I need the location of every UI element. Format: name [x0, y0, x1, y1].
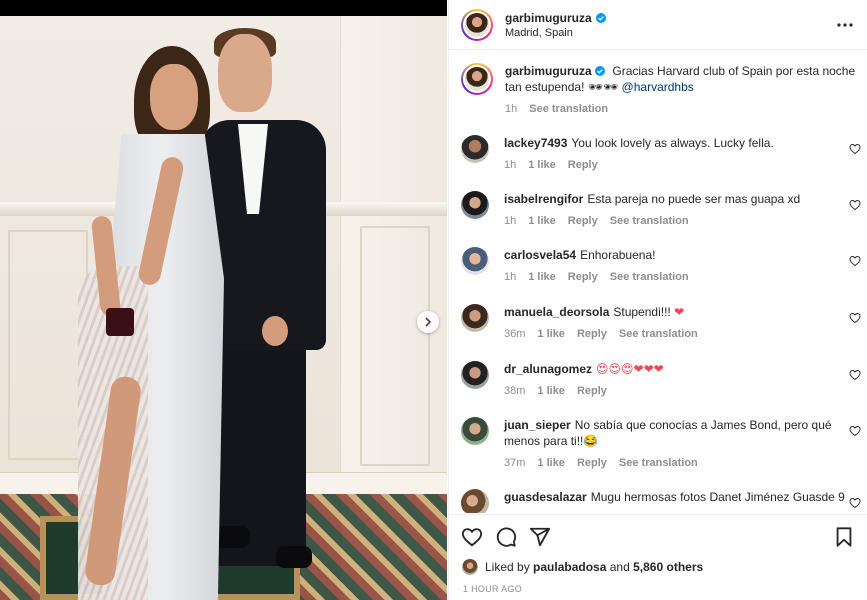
avatar[interactable] — [461, 361, 489, 389]
liker-username-link[interactable]: paulabadosa — [533, 560, 606, 574]
comment-time: 37m — [504, 457, 526, 469]
heart-icon[interactable] — [849, 312, 861, 324]
heart-icon[interactable] — [849, 497, 861, 509]
comment-time: 1h — [504, 159, 517, 171]
bookmark-icon[interactable] — [833, 526, 855, 548]
heart-icon[interactable] — [849, 369, 861, 381]
avatar[interactable] — [461, 304, 489, 332]
avatar[interactable] — [461, 135, 489, 163]
red-heart-emoji: ❤ — [674, 305, 685, 319]
more-options-icon — [837, 22, 853, 27]
comment-likes[interactable]: 1 like — [528, 269, 556, 285]
comments-list: garbimuguruza Gracias Harvard club of Sp… — [449, 51, 867, 513]
comment-item: guasdesalazar Mugu hermosas fotos Danet J… — [461, 489, 861, 513]
avatar[interactable] — [461, 417, 489, 445]
mention-link[interactable]: @harvardhbs — [622, 80, 694, 94]
avatar[interactable] — [461, 8, 493, 41]
reply-button[interactable]: Reply — [577, 455, 607, 471]
avatar[interactable] — [461, 191, 489, 219]
comment-likes[interactable]: 1 like — [537, 455, 565, 471]
comment-icon[interactable] — [495, 526, 517, 548]
comment-text: Esta pareja no puede ser mas guapa xd — [587, 192, 801, 206]
next-photo-button[interactable] — [417, 311, 439, 333]
avatar[interactable] — [461, 247, 489, 275]
comment-time: 1h — [504, 271, 517, 283]
comment-author[interactable]: isabelrengifor — [504, 192, 583, 206]
avatar[interactable] — [461, 63, 493, 95]
laughing-emoji: 😂 — [583, 434, 599, 448]
verified-badge-icon — [595, 12, 606, 23]
comment-likes[interactable]: 1 like — [528, 213, 556, 229]
comment-author[interactable]: lackey7493 — [504, 136, 567, 150]
reply-button[interactable]: Reply — [568, 157, 598, 173]
clutch-bag — [106, 308, 134, 336]
comment-text: Enhorabuena! — [580, 248, 656, 262]
comment-likes[interactable]: 1 like — [537, 383, 565, 399]
comment-author[interactable]: juan_sieper — [504, 418, 571, 432]
caption-time: 1h — [505, 103, 518, 115]
comment-time: 36m — [504, 328, 526, 340]
avatar[interactable] — [461, 489, 489, 513]
comment-item: manuela_deorsola Stupendi!!! ❤ 36m 1 like… — [461, 304, 861, 342]
chevron-right-icon — [425, 317, 432, 327]
reply-button[interactable]: Reply — [568, 269, 598, 285]
heart-icon[interactable] — [849, 143, 861, 155]
post-details-panel: garbimuguruza Madrid, Spain garbimuguruz… — [448, 0, 867, 600]
see-translation-link[interactable]: See translation — [610, 213, 689, 229]
share-icon[interactable] — [529, 526, 551, 548]
avatar[interactable] — [461, 558, 479, 576]
reply-button[interactable]: Reply — [577, 383, 607, 399]
author-username-link[interactable]: garbimuguruza — [505, 11, 606, 25]
reply-button[interactable]: Reply — [568, 213, 598, 229]
comment-item: dr_alunagomez 😍😍😍❤❤❤ 38m 1 like Reply — [461, 361, 861, 399]
post-media — [0, 0, 447, 600]
see-translation-link[interactable]: See translation — [610, 269, 689, 285]
comment-likes[interactable]: 1 like — [528, 157, 556, 173]
likes-count-button[interactable]: 5,860 others — [633, 560, 703, 574]
sunglasses-emoji: 🕶🕶 — [587, 80, 619, 94]
post-header: garbimuguruza Madrid, Spain — [449, 0, 867, 50]
see-translation-link[interactable]: See translation — [529, 101, 608, 117]
caption: garbimuguruza Gracias Harvard club of Sp… — [461, 63, 861, 117]
comment-likes[interactable]: 1 like — [537, 326, 565, 342]
comment-text: Mugu hermosas fotos Danet Jiménez Guasde… — [590, 490, 845, 504]
comment-author[interactable]: manuela_deorsola — [504, 305, 609, 319]
heart-icon[interactable] — [849, 199, 861, 211]
comment-time: 1h — [504, 215, 517, 227]
comment-author[interactable]: carlosvela54 — [504, 248, 576, 262]
verified-badge-icon — [595, 66, 606, 76]
heart-icon[interactable] — [849, 255, 861, 267]
see-translation-link[interactable]: See translation — [619, 455, 698, 471]
location-link[interactable]: Madrid, Spain — [505, 27, 833, 39]
comment-author[interactable]: guasdesalazar — [504, 490, 587, 504]
likes-summary: Liked by paulabadosa and 5,860 others — [461, 558, 703, 576]
comment-text: Stupendi!!! — [613, 305, 675, 319]
heart-eyes-emoji: 😍😍😍❤❤❤ — [596, 362, 664, 376]
comment-text: You look lovely as always. Lucky fella. — [571, 136, 774, 150]
comment-item: lackey7493 You look lovely as always. Luc… — [461, 135, 861, 173]
see-translation-link[interactable]: See translation — [619, 326, 698, 342]
comment-item: juan_sieper No sabía que conocías a James… — [461, 417, 861, 471]
comment-author[interactable]: dr_alunagomez — [504, 362, 592, 376]
comment-item: isabelrengifor Esta pareja no puede ser m… — [461, 191, 861, 229]
more-options-button[interactable] — [833, 13, 857, 37]
caption-author[interactable]: garbimuguruza — [505, 64, 608, 78]
reply-button[interactable]: Reply — [577, 326, 607, 342]
comment-item: carlosvela54 Enhorabuena! 1h 1 like Reply… — [461, 247, 861, 285]
heart-icon[interactable] — [461, 526, 483, 548]
comment-time: 38m — [504, 385, 526, 397]
post-photo — [0, 16, 447, 600]
post-timestamp: 1 HOUR AGO — [463, 584, 523, 594]
heart-icon[interactable] — [849, 425, 861, 437]
post-actions-bar — [449, 514, 867, 558]
